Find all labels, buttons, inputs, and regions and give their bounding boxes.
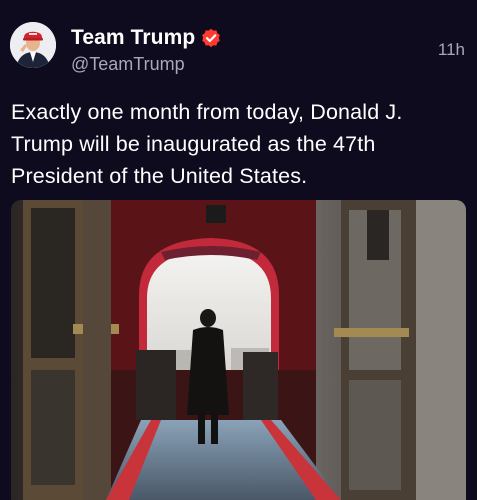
post-timestamp[interactable]: 11h bbox=[438, 40, 465, 60]
display-name-row: Team Trump bbox=[71, 26, 221, 50]
post-text: Exactly one month from today, Donald J. … bbox=[11, 100, 403, 188]
verified-badge-icon bbox=[201, 28, 221, 48]
display-name[interactable]: Team Trump bbox=[71, 26, 195, 50]
post-header: Team Trump @TeamTrump 11h bbox=[10, 22, 467, 74]
author-names: Team Trump @TeamTrump bbox=[71, 26, 221, 75]
avatar-image bbox=[10, 22, 56, 68]
inauguration-photo bbox=[11, 200, 466, 500]
avatar[interactable] bbox=[10, 22, 56, 68]
post[interactable]: Team Trump @TeamTrump 11h Exactly one mo… bbox=[0, 0, 477, 500]
post-media[interactable] bbox=[11, 200, 466, 500]
author-handle[interactable]: @TeamTrump bbox=[71, 54, 221, 75]
